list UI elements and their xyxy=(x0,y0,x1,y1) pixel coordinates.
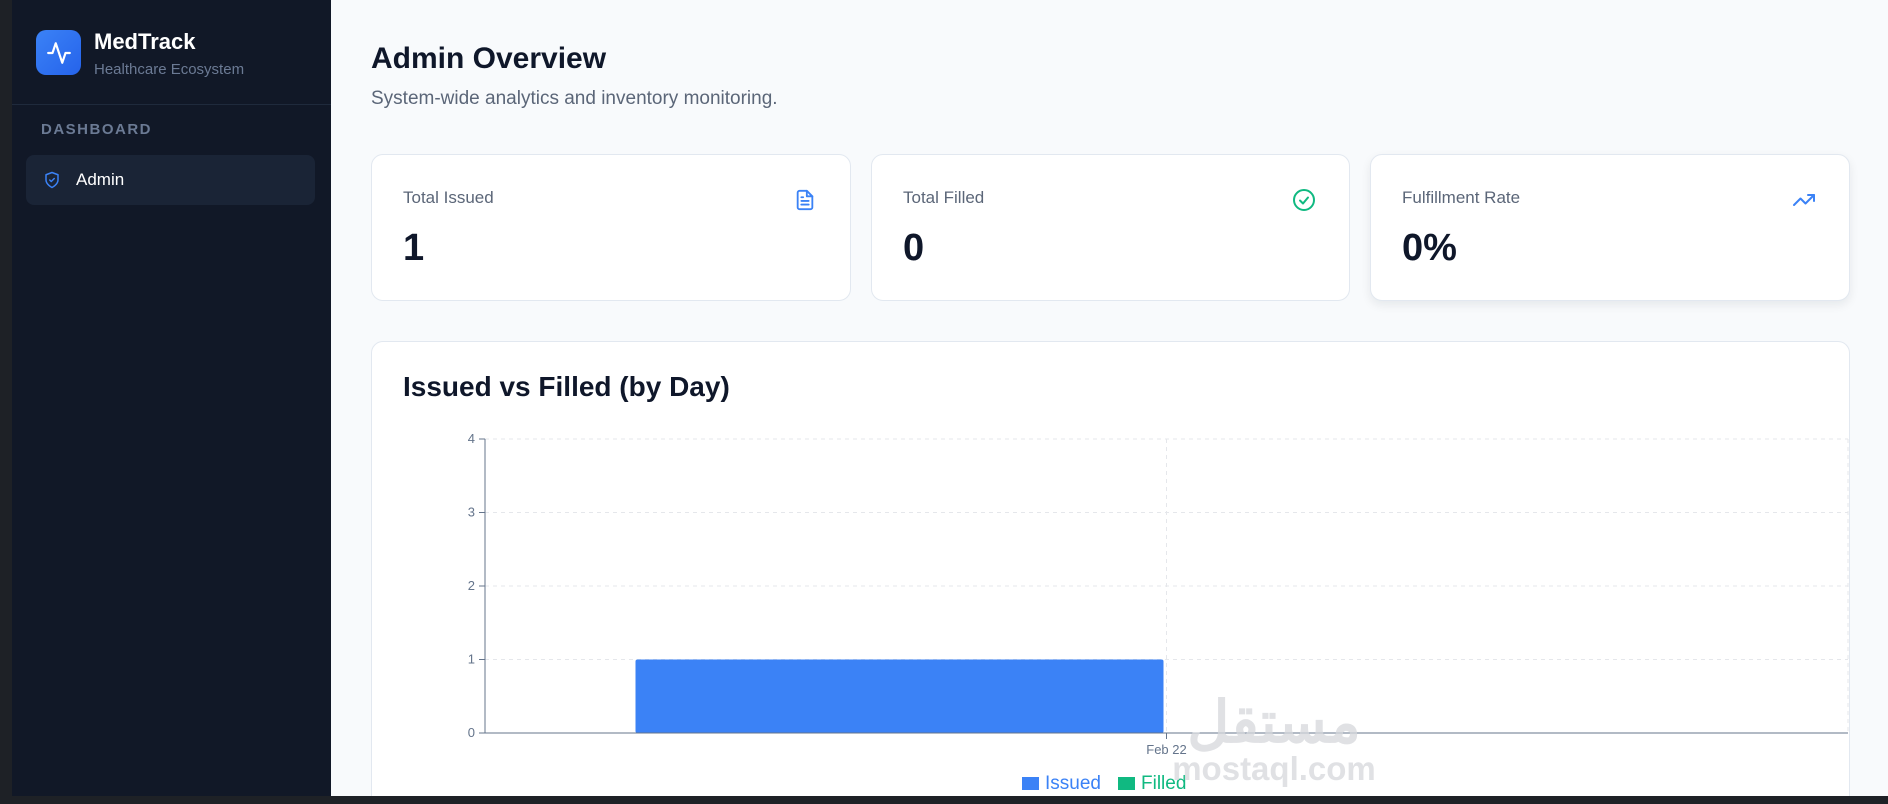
legend-label-filled: Filled xyxy=(1141,773,1186,794)
activity-icon xyxy=(36,30,81,75)
stat-card-total-filled: Total Filled 0 xyxy=(871,154,1350,301)
sidebar-item-label: Admin xyxy=(76,170,125,189)
legend-swatch-filled xyxy=(1118,777,1135,790)
x-tick-label: Feb 22 xyxy=(1146,742,1186,757)
y-tick-label: 3 xyxy=(468,505,475,520)
window-edge xyxy=(0,0,12,804)
main-content: Admin Overview System-wide analytics and… xyxy=(331,0,1888,796)
y-tick-label: 4 xyxy=(468,431,475,446)
stat-value: 0% xyxy=(1402,227,1457,269)
page-title: Admin Overview xyxy=(371,42,607,75)
check-circle-icon xyxy=(1291,187,1317,213)
legend-swatch-issued xyxy=(1022,777,1039,790)
document-icon xyxy=(792,187,818,213)
stat-value: 0 xyxy=(903,227,925,269)
y-tick-label: 2 xyxy=(468,578,475,593)
app-tagline: Healthcare Ecosystem xyxy=(94,61,245,78)
shield-check-icon xyxy=(42,170,62,190)
y-tick-label: 0 xyxy=(468,725,475,740)
chart-card: Issued vs Filled (by Day) 0 1 2 3 4 Feb 22 Iss… xyxy=(371,341,1850,796)
window-edge-bottom xyxy=(0,796,1888,804)
trending-up-icon xyxy=(1791,187,1817,213)
page-subtitle: System-wide analytics and inventory moni… xyxy=(371,88,778,109)
legend-label-issued: Issued xyxy=(1045,773,1101,794)
sidebar: MedTrack Healthcare Ecosystem DASHBOARD … xyxy=(12,0,331,796)
stat-label: Fulfillment Rate xyxy=(1402,188,1521,207)
stat-value: 1 xyxy=(403,227,425,269)
app-name: MedTrack xyxy=(94,29,196,54)
sidebar-section-title: DASHBOARD xyxy=(41,121,152,138)
sidebar-item-admin[interactable]: Admin xyxy=(26,155,315,205)
stat-label: Total Filled xyxy=(903,188,985,207)
stat-card-fulfillment-rate: Fulfillment Rate 0% xyxy=(1370,154,1850,301)
bar-issued xyxy=(635,659,1164,733)
stat-card-total-issued: Total Issued 1 xyxy=(371,154,851,301)
y-tick-label: 1 xyxy=(468,652,475,667)
brand: MedTrack Healthcare Ecosystem xyxy=(12,0,331,105)
stat-label: Total Issued xyxy=(403,188,494,207)
issued-vs-filled-chart: 0 1 2 3 4 Feb 22 Issued Filled xyxy=(468,431,1849,794)
